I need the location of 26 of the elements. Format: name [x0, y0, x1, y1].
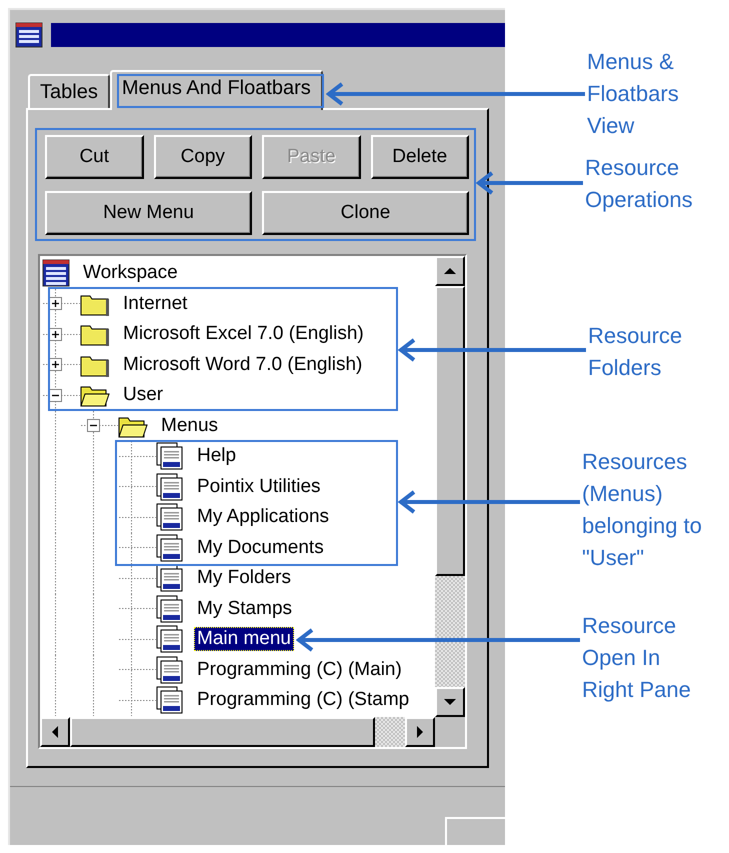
tree-item[interactable]: Microsoft Word 7.0 (English): [120, 352, 366, 377]
annotation-text: Resource Folders: [588, 322, 682, 382]
tree-item[interactable]: My Documents: [194, 536, 327, 560]
tree-item[interactable]: Programming (C) (Main): [194, 658, 405, 682]
tree-item[interactable]: Workspace: [80, 261, 181, 286]
tab[interactable]: Tables: [28, 74, 110, 108]
tree-item[interactable]: Help: [194, 444, 240, 468]
annotation-text: Resource Open In Right Pane: [582, 612, 691, 704]
toolbar-button[interactable]: Clone: [262, 191, 469, 235]
tree-item[interactable]: My Stamps: [194, 596, 296, 621]
toolbar-button[interactable]: New Menu: [45, 191, 252, 235]
toolbar-button[interactable]: Cut: [45, 135, 144, 179]
tree-item[interactable]: Main menu: [194, 627, 294, 652]
annotation-text: Resource Operations: [585, 154, 693, 214]
annotation-text: Resources (Menus) belonging to "User": [582, 448, 702, 572]
tree-item[interactable]: Microsoft Excel 7.0 (English): [120, 322, 367, 346]
tree-item[interactable]: My Applications: [194, 505, 332, 530]
tree-item[interactable]: User: [120, 383, 166, 408]
tree-item[interactable]: Pointix Utilities: [194, 474, 324, 499]
tree-item[interactable]: Programming (C) (Stamp: [194, 688, 412, 712]
annotation-text: Menus & Floatbars View: [587, 48, 679, 140]
toolbar-button[interactable]: Delete: [370, 135, 469, 179]
toolbar-button[interactable]: Copy: [154, 135, 252, 179]
tree-item[interactable]: Internet: [120, 292, 190, 316]
tree-item[interactable]: My Folders: [194, 566, 294, 590]
tree-item[interactable]: Menus: [158, 414, 222, 438]
